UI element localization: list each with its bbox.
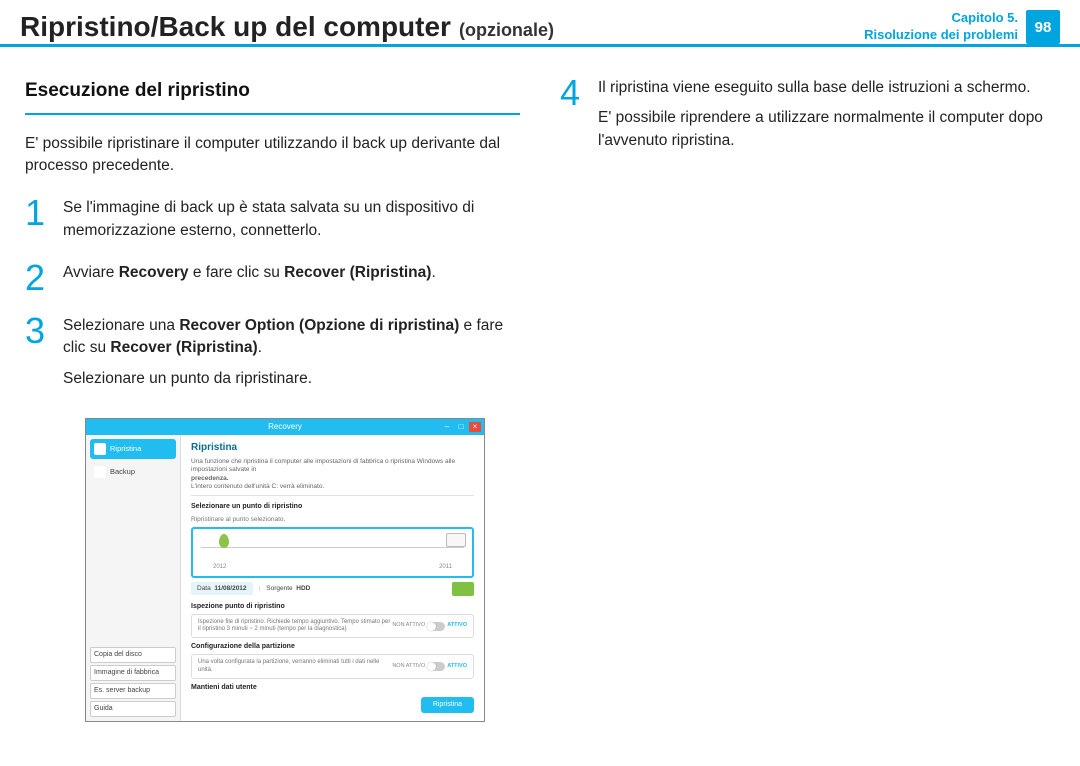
sec-partition: Configurazione della partizione (191, 642, 474, 652)
sidebar-btn-factory[interactable]: Immagine di fabbrica (90, 665, 176, 681)
sidebar-btn-copy[interactable]: Copia del disco (90, 647, 176, 663)
timeline-track[interactable] (201, 547, 464, 561)
option-partition: Una volta configurata la partizione, ver… (191, 654, 474, 678)
sidebar-item-restore[interactable]: Ripristina (90, 439, 176, 459)
chapter-label: Capitolo 5. Risoluzione dei problemi (864, 10, 1018, 44)
step-number: 2 (25, 262, 49, 294)
meta-confirm-button[interactable] (452, 582, 474, 596)
recovery-sidebar: Ripristina Backup Copia del disco Immagi… (86, 435, 181, 721)
recovery-title: Recovery (268, 421, 302, 433)
content: Esecuzione del ripristino E' possibile r… (0, 47, 1080, 752)
section-heading: Esecuzione del ripristino (25, 77, 520, 115)
option-inspection: Ispezione file di ripristino. Richiede t… (191, 614, 474, 638)
recovery-desc: Una funzione che ripristina il computer … (191, 458, 474, 497)
recovery-window: Recovery – □ × Ripristina Backup (85, 418, 485, 722)
timeline-camera-icon[interactable] (446, 533, 466, 547)
step-3-sub: Selezionare un punto da ripristinare. (63, 368, 520, 390)
chapter-line1: Capitolo 5. (864, 10, 1018, 27)
backup-icon (94, 466, 106, 478)
sidebar-btn-help[interactable]: Guida (90, 701, 176, 717)
maximize-icon[interactable]: □ (455, 422, 467, 432)
doc-subtitle: (opzionale) (459, 20, 554, 41)
recovery-main-heading: Ripristina (191, 441, 474, 456)
step-1-text: Se l'immagine di back up è stata salvata… (63, 197, 520, 242)
timeline-pin-icon[interactable] (219, 534, 229, 548)
step-number: 3 (25, 315, 49, 398)
toggle-inspection[interactable]: NON ATTIVO ATTIVO (392, 622, 467, 631)
step-2: 2 Avviare Recovery e fare clic su Recove… (25, 262, 520, 294)
intro-text: E' possibile ripristinare il computer ut… (25, 133, 520, 178)
step-2-text: Avviare Recovery e fare clic su Recover … (63, 262, 520, 294)
step-4-text: Il ripristina viene eseguito sulla base … (598, 77, 1055, 160)
page-header: Ripristino/Back up del computer (opziona… (0, 0, 1080, 47)
minimize-icon[interactable]: – (441, 422, 453, 432)
sec-inspection: Ispezione punto di ripristino (191, 602, 474, 612)
toggle-switch-icon[interactable] (427, 622, 445, 631)
toggle-partition[interactable]: NON ATTIVO ATTIVO (392, 662, 467, 671)
page-number-badge: 98 (1026, 10, 1060, 44)
toggle-switch-icon[interactable] (427, 662, 445, 671)
step-1: 1 Se l'immagine di back up è stata salva… (25, 197, 520, 242)
timeline-box[interactable]: 2012 2011 (191, 527, 474, 578)
sidebar-item-backup[interactable]: Backup (90, 462, 176, 482)
meta-row: Data 11/08/2012 | Sorgente HDD (191, 582, 474, 596)
restore-icon (94, 443, 106, 455)
sec-keepdata: Mantieni dati utente (191, 683, 474, 693)
right-column: 4 Il ripristina viene eseguito sulla bas… (560, 77, 1055, 722)
step-3: 3 Selezionare una Recover Option (Opzion… (25, 315, 520, 398)
sec-restore-point: Selezionare un punto di ripristino (191, 502, 474, 512)
recovery-main: Ripristina Una funzione che ripristina i… (181, 435, 484, 721)
left-column: Esecuzione del ripristino E' possibile r… (25, 77, 520, 722)
step-number: 1 (25, 197, 49, 242)
doc-title: Ripristino/Back up del computer (20, 11, 451, 43)
sidebar-btn-server[interactable]: Es. server backup (90, 683, 176, 699)
step-3-text: Selezionare una Recover Option (Opzione … (63, 315, 520, 398)
recovery-titlebar[interactable]: Recovery – □ × (86, 419, 484, 435)
step-number: 4 (560, 77, 584, 160)
restore-button[interactable]: Ripristina (421, 697, 474, 713)
step-4: 4 Il ripristina viene eseguito sulla bas… (560, 77, 1055, 160)
close-icon[interactable]: × (469, 422, 481, 432)
chapter-line2: Risoluzione dei problemi (864, 27, 1018, 44)
